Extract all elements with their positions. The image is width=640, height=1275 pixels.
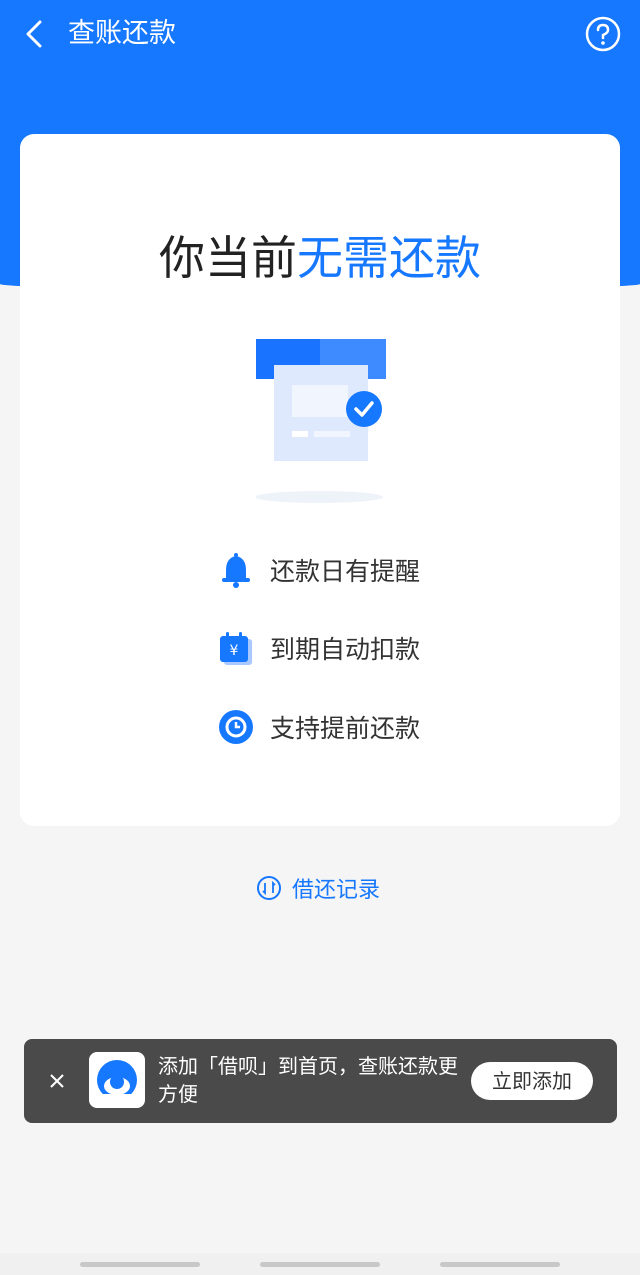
nav-home-handle[interactable] (260, 1262, 380, 1267)
help-icon (585, 16, 621, 52)
banner-message: 添加「借呗」到首页，查账还款更方便 (158, 1054, 458, 1106)
system-nav-bar (0, 1253, 640, 1275)
headline-prefix: 你当前 (159, 231, 297, 285)
borrow-repay-records-link[interactable]: 借还记录 (256, 871, 380, 905)
feature-label: 还款日有提醒 (270, 557, 421, 586)
status-card: 你当前无需还款 还款日有提醒 ¥ 到期自动扣款 支持提前还款 (20, 134, 620, 826)
records-label: 借还记录 (292, 878, 381, 903)
chevron-left-icon (26, 20, 42, 48)
transfer-icon (257, 876, 281, 900)
add-now-button[interactable]: 立即添加 (471, 1062, 593, 1100)
clock-icon (219, 710, 253, 744)
bell-icon (222, 553, 250, 588)
nav-recents-handle[interactable] (440, 1262, 560, 1267)
feature-reminder: 还款日有提醒 (216, 548, 420, 592)
app-logo (89, 1052, 145, 1108)
nav-back-handle[interactable] (80, 1262, 200, 1267)
headline-accent: 无需还款 (297, 231, 481, 285)
jiebei-logo-icon (97, 1060, 137, 1102)
status-headline: 你当前无需还款 (20, 226, 620, 290)
feature-label: 支持提前还款 (270, 714, 421, 743)
feature-autodebit: ¥ 到期自动扣款 (216, 626, 420, 670)
banner-close-button[interactable] (42, 1066, 72, 1096)
svg-text:¥: ¥ (230, 643, 239, 659)
feature-prepay: 支持提前还款 (216, 705, 420, 749)
close-icon (50, 1074, 64, 1088)
bill-illustration (256, 339, 386, 503)
page-title: 查账还款 (68, 18, 176, 49)
back-button[interactable] (14, 14, 54, 54)
top-bar: 查账还款 (0, 0, 640, 70)
add-to-home-banner: 添加「借呗」到首页，查账还款更方便 立即添加 (24, 1039, 617, 1123)
calendar-yen-icon: ¥ (220, 632, 252, 665)
feature-label: 到期自动扣款 (270, 635, 421, 664)
help-button[interactable] (584, 15, 622, 53)
